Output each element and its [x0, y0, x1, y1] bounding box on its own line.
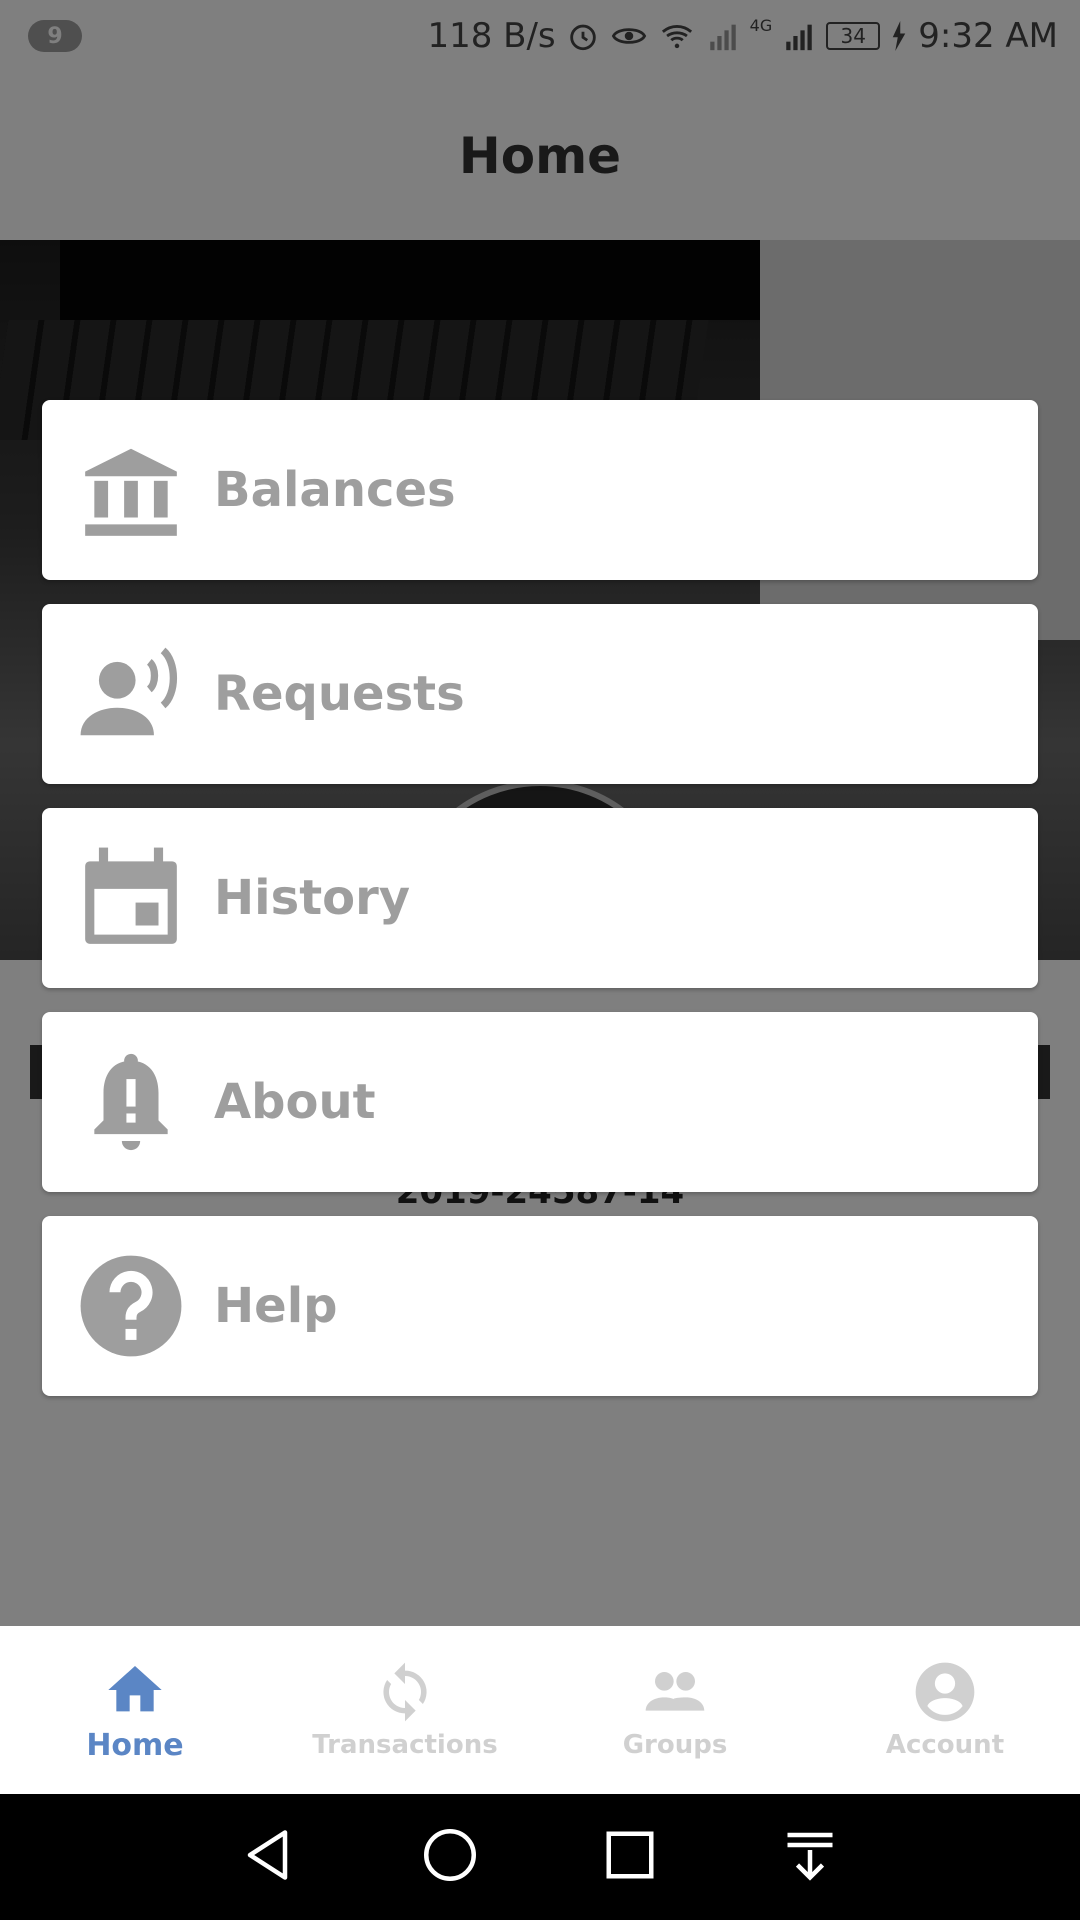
nav-label: Home: [86, 1727, 184, 1763]
home-icon: [108, 1665, 162, 1711]
menu-item-balances[interactable]: Balances: [42, 400, 1038, 580]
help-circle-icon: [76, 1251, 186, 1361]
menu-item-label: Help: [214, 1278, 338, 1334]
nav-account[interactable]: Account: [810, 1626, 1080, 1794]
quick-menu: Balances Requests History About Help: [42, 400, 1038, 1420]
nav-label: Account: [885, 1730, 1005, 1760]
nav-home[interactable]: Home: [0, 1626, 270, 1794]
nav-label: Groups: [622, 1730, 728, 1760]
menu-item-requests[interactable]: Requests: [42, 604, 1038, 784]
back-icon[interactable]: [240, 1825, 300, 1889]
menu-item-help[interactable]: Help: [42, 1216, 1038, 1396]
account-circle-icon: [915, 1662, 975, 1722]
menu-item-label: About: [214, 1074, 376, 1130]
people-icon: [645, 1672, 705, 1711]
nav-groups[interactable]: Groups: [540, 1626, 810, 1794]
bank-icon: [76, 435, 186, 545]
menu-item-about[interactable]: About: [42, 1012, 1038, 1192]
calendar-icon: [76, 843, 186, 953]
bell-alert-icon: [76, 1047, 186, 1157]
menu-item-history[interactable]: History: [42, 808, 1038, 988]
menu-item-label: Requests: [214, 666, 465, 722]
nav-label: Transactions: [312, 1730, 498, 1760]
recents-square-icon[interactable]: [600, 1825, 660, 1889]
system-navigation-bar: [0, 1794, 1080, 1920]
notification-pull-down-icon[interactable]: [780, 1825, 840, 1889]
menu-item-label: History: [214, 870, 411, 926]
menu-item-label: Balances: [214, 462, 456, 518]
home-circle-icon[interactable]: [420, 1825, 480, 1889]
voice-person-icon: [76, 639, 186, 749]
refresh-icon: [383, 1662, 427, 1722]
bottom-navigation: Home Transactions Groups Account: [0, 1626, 1080, 1794]
nav-transactions[interactable]: Transactions: [270, 1626, 540, 1794]
